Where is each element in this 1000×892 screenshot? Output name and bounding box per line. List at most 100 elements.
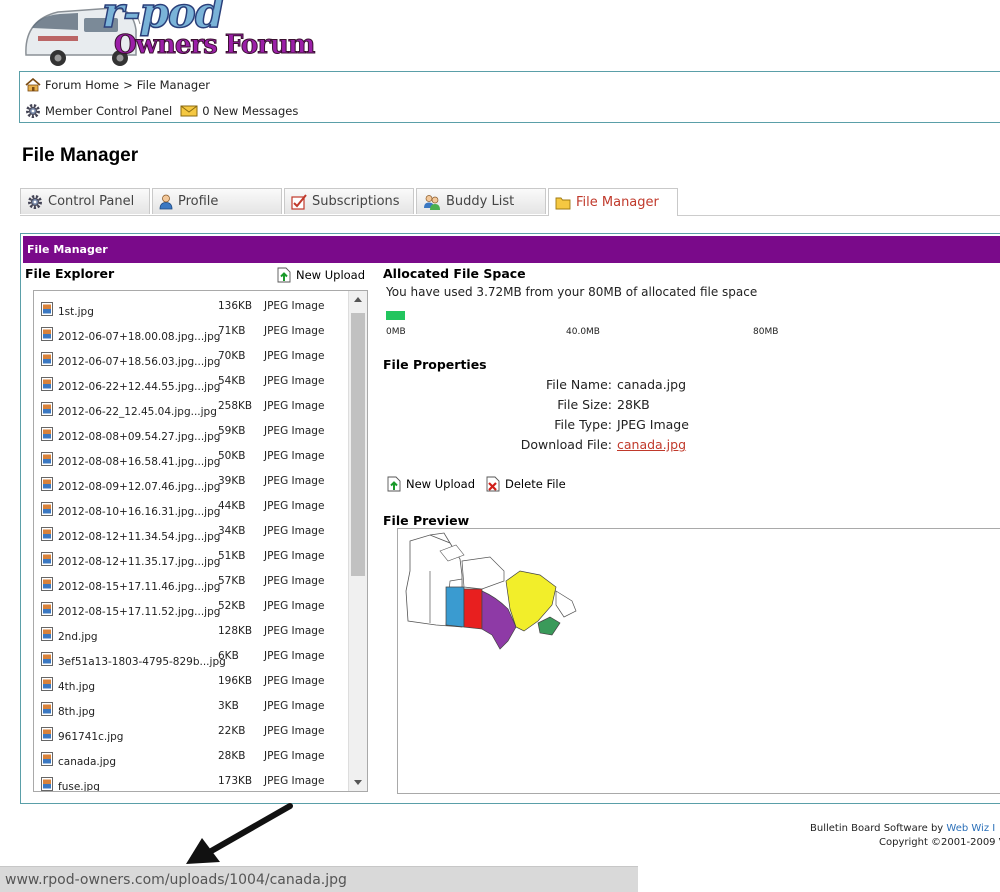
scroll-down-arrow-icon[interactable] <box>354 780 362 785</box>
file-name[interactable]: 2012-08-15+17.11.46.jpg...jpg <box>58 581 220 593</box>
file-row[interactable]: 2012-06-22+12.44.55.jpg...jpg 54KB JPEG Im… <box>34 372 349 397</box>
tab-control-panel[interactable]: Control Panel <box>20 188 150 214</box>
file-row[interactable]: 2012-08-08+16.58.41.jpg...jpg 50KB JPEG Im… <box>34 447 349 472</box>
image-file-icon <box>41 402 53 416</box>
file-row[interactable]: 2012-08-15+17.11.52.jpg...jpg 52KB JPEG Im… <box>34 597 349 622</box>
download-file-link[interactable]: canada.jpg <box>617 437 686 452</box>
file-row[interactable]: 8th.jpg 3KB JPEG Image <box>34 697 349 722</box>
tab-buddy-list[interactable]: Buddy List <box>416 188 546 214</box>
file-name[interactable]: 2012-08-08+16.58.41.jpg...jpg <box>58 456 220 468</box>
allocated-space-text: You have used 3.72MB from your 80MB of a… <box>386 285 758 299</box>
file-list-scrollbar[interactable] <box>348 291 367 791</box>
image-file-icon <box>41 777 53 791</box>
image-file-icon <box>41 702 53 716</box>
file-row[interactable]: 3ef51a13-1803-4795-829b...jpg 6KB JPEG Ima… <box>34 647 349 672</box>
file-name[interactable]: 4th.jpg <box>58 681 95 693</box>
file-row[interactable]: canada.jpg 28KB JPEG Image <box>34 747 349 772</box>
file-type: JPEG Image <box>264 700 325 712</box>
file-row[interactable]: 2nd.jpg 128KB JPEG Image <box>34 622 349 647</box>
file-size: 70KB <box>218 350 246 362</box>
member-control-panel-link[interactable]: Member Control Panel <box>45 104 172 118</box>
browser-status-bar: www.rpod-owners.com/uploads/1004/canada.… <box>0 866 638 892</box>
file-size: 196KB <box>218 675 253 687</box>
file-name[interactable]: 961741c.jpg <box>58 731 123 743</box>
image-file-icon <box>41 527 53 541</box>
image-file-icon <box>41 302 53 316</box>
file-name[interactable]: 2012-08-12+11.34.54.jpg...jpg <box>58 531 220 543</box>
file-name[interactable]: 2012-06-07+18.56.03.jpg...jpg <box>58 356 220 368</box>
file-row[interactable]: 2012-08-15+17.11.46.jpg...jpg 57KB JPEG Im… <box>34 572 349 597</box>
home-icon <box>25 78 41 92</box>
member-bar: Member Control Panel 0 New Messages <box>25 103 298 119</box>
tab-subscriptions[interactable]: Subscriptions <box>284 188 414 214</box>
breadcrumb-home-link[interactable]: Forum Home <box>45 78 119 92</box>
file-name[interactable]: 2012-08-10+16.16.31.jpg...jpg <box>58 506 220 518</box>
image-file-icon <box>41 627 53 641</box>
file-name[interactable]: 2nd.jpg <box>58 631 98 643</box>
file-name[interactable]: 2012-08-08+09.54.27.jpg...jpg <box>58 431 220 443</box>
file-type: JPEG Image <box>264 625 325 637</box>
image-file-icon <box>41 427 53 441</box>
file-type: JPEG Image <box>264 775 325 787</box>
status-url: www.rpod-owners.com/uploads/1004/canada.… <box>5 871 347 888</box>
file-row[interactable]: 2012-08-10+16.16.31.jpg...jpg 44KB JPEG Im… <box>34 497 349 522</box>
prop-value-file-name: canada.jpg <box>617 377 687 392</box>
file-name[interactable]: 2012-08-12+11.35.17.jpg...jpg <box>58 556 220 568</box>
file-type: JPEG Image <box>264 550 325 562</box>
file-row[interactable]: 2012-08-09+12.07.46.jpg...jpg 39KB JPEG Im… <box>34 472 349 497</box>
file-size: 34KB <box>218 525 246 537</box>
file-row[interactable]: 2012-06-07+18.56.03.jpg...jpg 70KB JPEG Im… <box>34 347 349 372</box>
file-name[interactable]: 8th.jpg <box>58 706 95 718</box>
file-row[interactable]: 2012-06-07+18.00.08.jpg...jpg 71KB JPEG Im… <box>34 322 349 347</box>
file-row[interactable]: fuse.jpg 173KB JPEG Image <box>34 772 349 791</box>
file-name[interactable]: fuse.jpg <box>58 781 100 791</box>
tab-file-manager[interactable]: File Manager <box>548 188 678 216</box>
file-size: 28KB <box>218 750 246 762</box>
file-size: 173KB <box>218 775 253 787</box>
new-messages-link[interactable]: 0 New Messages <box>202 104 298 118</box>
file-size: 51KB <box>218 550 246 562</box>
folder-icon <box>555 197 571 209</box>
footer: Bulletin Board Software by Web Wiz I Cop… <box>810 822 1000 850</box>
file-type: JPEG Image <box>264 500 325 512</box>
annotation-arrow-icon <box>186 803 293 864</box>
file-preview-title: File Preview <box>383 513 470 528</box>
file-row[interactable]: 961741c.jpg 22KB JPEG Image <box>34 722 349 747</box>
breadcrumb: Forum Home > File Manager <box>25 78 210 92</box>
breadcrumb-current[interactable]: File Manager <box>137 78 210 92</box>
file-name[interactable]: 2012-08-15+17.11.52.jpg...jpg <box>58 606 220 618</box>
file-name[interactable]: 2012-06-07+18.00.08.jpg...jpg <box>58 331 220 343</box>
scroll-up-arrow-icon[interactable] <box>354 297 362 302</box>
file-row[interactable]: 2012-08-12+11.35.17.jpg...jpg 51KB JPEG Im… <box>34 547 349 572</box>
allocated-space-title: Allocated File Space <box>383 266 526 281</box>
file-name[interactable]: 2012-06-22+12.44.55.jpg...jpg <box>58 381 220 393</box>
file-size: 50KB <box>218 450 246 462</box>
tab-label: Control Panel <box>48 194 135 209</box>
image-file-icon <box>41 552 53 566</box>
new-upload-label: New Upload <box>296 268 366 282</box>
file-size: 258KB <box>218 400 253 412</box>
file-name[interactable]: 2012-06-22_12.45.04.jpg...jpg <box>58 406 217 418</box>
file-name[interactable]: 1st.jpg <box>58 306 94 318</box>
image-file-icon <box>41 752 53 766</box>
file-row[interactable]: 2012-08-08+09.54.27.jpg...jpg 59KB JPEG Im… <box>34 422 349 447</box>
file-type: JPEG Image <box>264 300 325 312</box>
page-title: File Manager <box>22 145 139 166</box>
footer-webwiz-link[interactable]: Web Wiz I <box>946 823 995 834</box>
file-name[interactable]: 3ef51a13-1803-4795-829b...jpg <box>58 656 226 668</box>
tab-profile[interactable]: Profile <box>152 188 282 214</box>
file-name[interactable]: 2012-08-09+12.07.46.jpg...jpg <box>58 481 220 493</box>
file-name[interactable]: canada.jpg <box>58 756 116 768</box>
forum-logo[interactable]: r-pod Owners Forum <box>18 0 316 70</box>
file-type: JPEG Image <box>264 475 325 487</box>
file-row[interactable]: 1st.jpg 136KB JPEG Image <box>34 297 349 322</box>
file-row[interactable]: 4th.jpg 196KB JPEG Image <box>34 672 349 697</box>
file-row[interactable]: 2012-08-12+11.34.54.jpg...jpg 34KB JPEG Im… <box>34 522 349 547</box>
new-upload-button[interactable]: New Upload <box>387 476 475 492</box>
footer-credit-text: Bulletin Board Software by <box>810 823 944 834</box>
delete-file-button[interactable]: Delete File <box>486 476 566 492</box>
file-preview-box <box>397 528 1000 794</box>
file-row[interactable]: 2012-06-22_12.45.04.jpg...jpg 258KB JPEG I… <box>34 397 349 422</box>
new-upload-button-top[interactable]: New Upload <box>277 267 365 283</box>
prop-value-file-size: 28KB <box>617 397 650 412</box>
